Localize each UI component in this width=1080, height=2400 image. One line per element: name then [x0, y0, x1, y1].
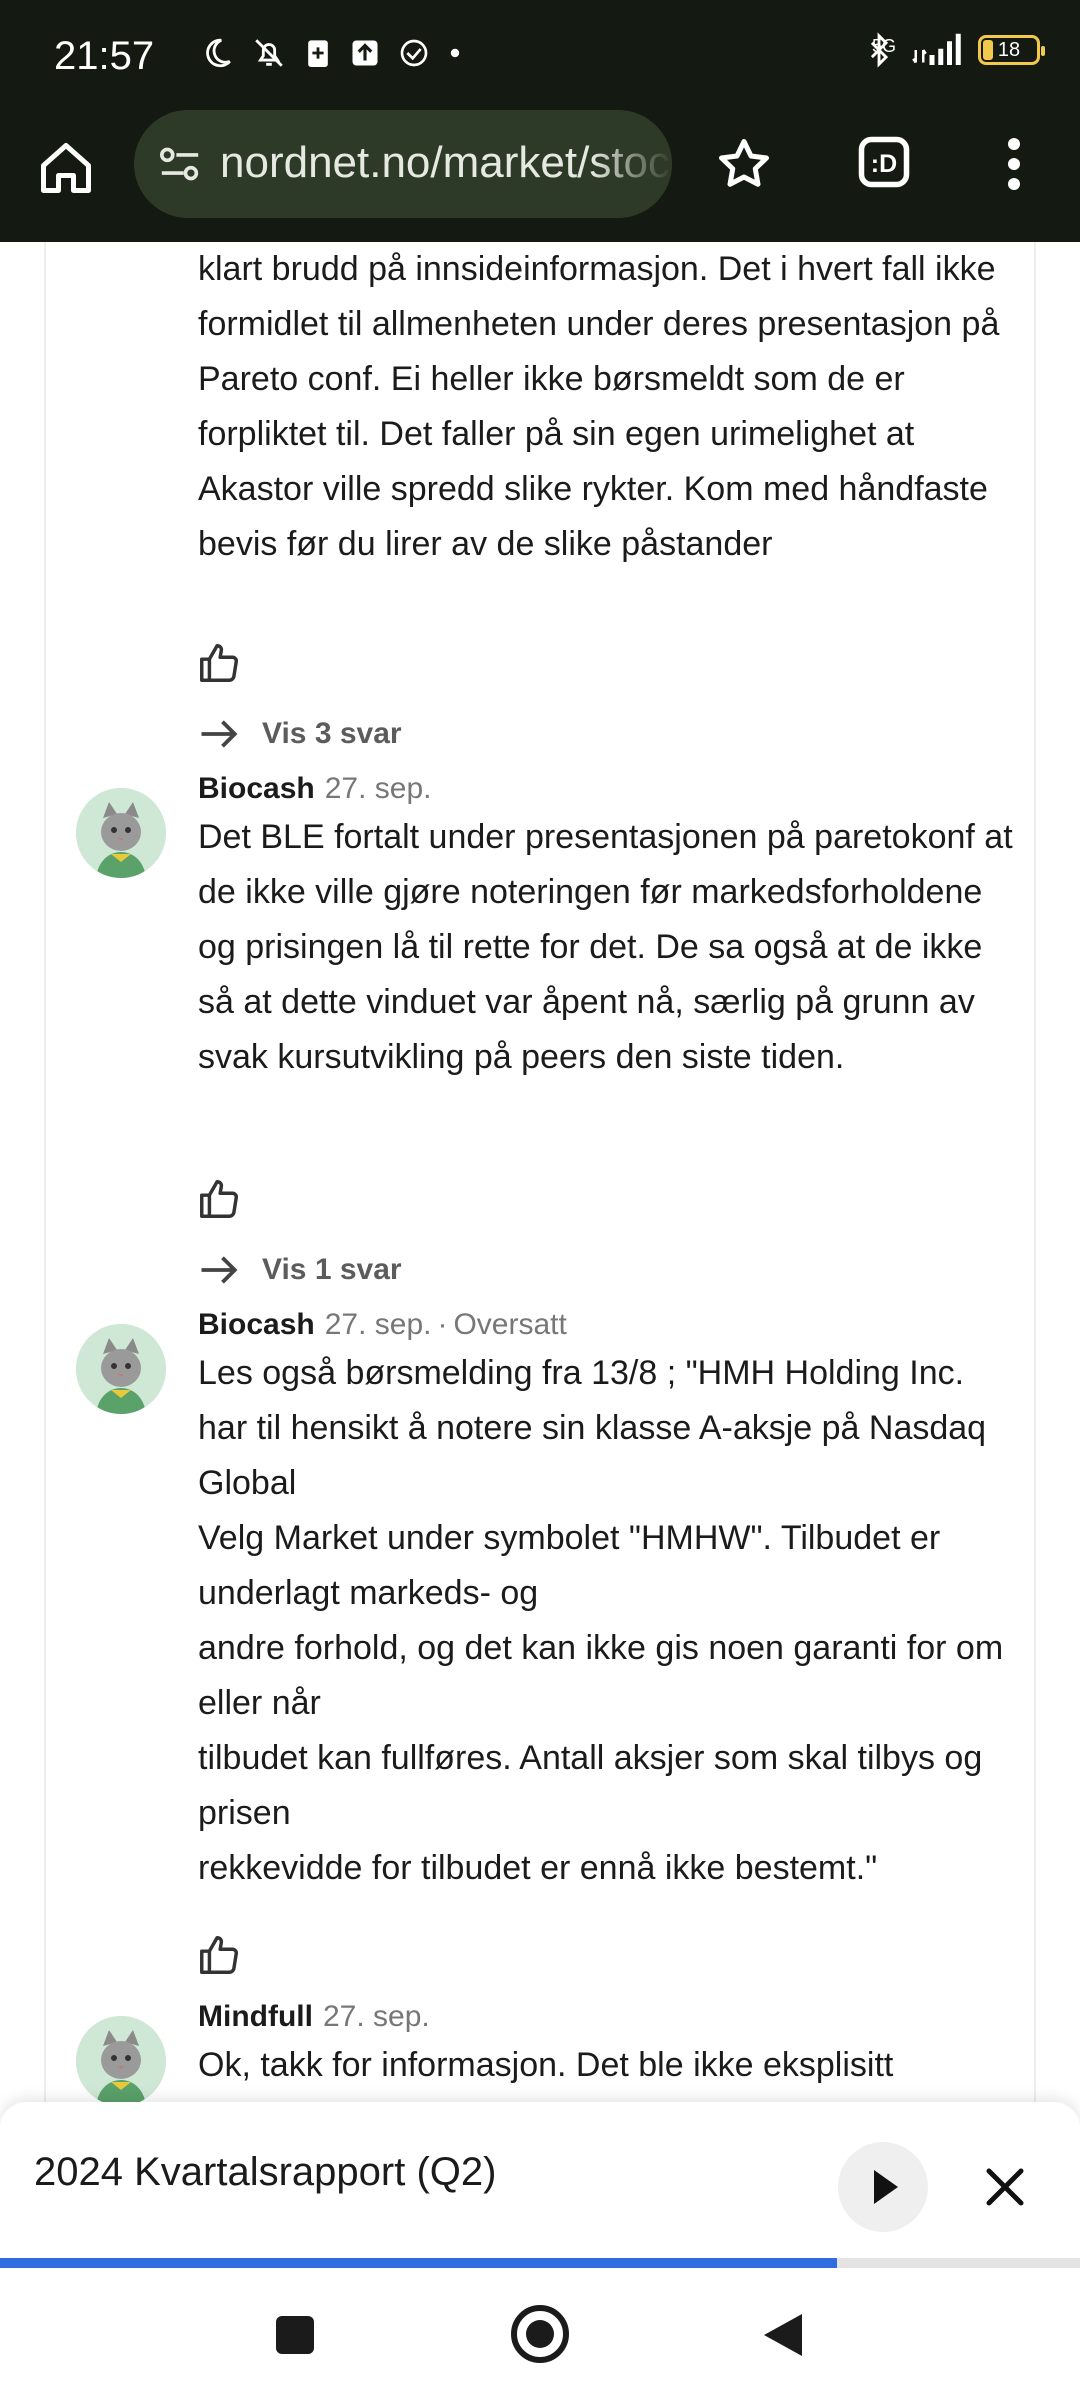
status-bar: 21:57 5G 18	[0, 0, 1080, 110]
show-replies-link[interactable]: Vis 3 svar	[198, 716, 402, 752]
tabs-icon[interactable]: :D	[854, 132, 914, 192]
recents-icon[interactable]	[270, 2310, 320, 2360]
status-time: 21:57	[54, 34, 155, 78]
check-circle-icon	[400, 39, 428, 67]
show-replies-label[interactable]: Vis 3 svar	[262, 717, 402, 751]
back-icon[interactable]	[760, 2310, 810, 2360]
show-replies-label[interactable]: Vis 1 svar	[262, 1253, 402, 1287]
cat-avatar-icon	[76, 2016, 166, 2102]
battery-level: 18	[997, 38, 1021, 61]
signal-icon	[912, 33, 961, 65]
comment-text: Det BLE fortalt under presentasjonen på …	[198, 818, 1013, 1076]
svg-text::D: :D	[871, 150, 897, 178]
close-player-button[interactable]	[970, 2152, 1040, 2222]
comment-line: rekkevidde for tilbudet er ennå ikke bes…	[198, 1849, 878, 1887]
comment-author[interactable]: Mindfull	[198, 2000, 313, 2033]
browser-toolbar: nordnet.no/market/stocks :D	[0, 110, 1080, 245]
comment-text: klart brudd på innsideinformasjon. Det i…	[198, 250, 1000, 563]
home-nav-icon[interactable]	[508, 2302, 572, 2366]
more-icon[interactable]	[1000, 134, 1028, 194]
comment-meta: Mindfull 27. sep.	[198, 2000, 430, 2034]
bluetooth-icon	[870, 32, 889, 68]
translated-label[interactable]: Oversatt	[453, 1308, 566, 1341]
comment-date: 27. sep.	[324, 772, 432, 805]
thumbs-up-icon[interactable]	[196, 640, 242, 686]
player-title[interactable]: 2024 Kvartalsrapport (Q2)	[34, 2150, 496, 2195]
arrow-right-icon	[201, 1256, 238, 1284]
comment-line: tilbudet kan fullføres. Antall aksjer so…	[198, 1739, 983, 1832]
avatar[interactable]	[76, 1324, 166, 1414]
address-bar[interactable]: nordnet.no/market/stocks	[134, 110, 672, 218]
playback-progress[interactable]	[0, 2258, 1080, 2268]
close-icon	[986, 2168, 1024, 2206]
star-icon[interactable]	[714, 134, 774, 194]
comment-author[interactable]: Biocash	[198, 1308, 315, 1341]
cat-avatar-icon	[76, 788, 166, 878]
playback-progress-fill	[0, 2258, 837, 2268]
comment-line: Velg Market under symbolet "HMHW". Tilbu…	[198, 1519, 941, 1612]
comment-line: Les også børsmelding fra 13/8 ; "HMH Hol…	[198, 1354, 987, 1502]
moon-icon	[206, 38, 231, 68]
dot-icon	[450, 48, 460, 58]
notification-icons	[200, 36, 462, 70]
comment-author[interactable]: Biocash	[198, 772, 315, 805]
comment-date: 27. sep.	[322, 2000, 430, 2033]
play-icon	[874, 2170, 898, 2204]
show-replies-link[interactable]: Vis 1 svar	[198, 1252, 402, 1288]
comment-line: andre forhold, og det kan ikke gis noen …	[198, 1629, 1004, 1722]
audio-player: 2024 Kvartalsrapport (Q2)	[0, 2102, 1080, 2270]
comment-text: Les også børsmelding fra 13/8 ; "HMH Hol…	[198, 1346, 1018, 1896]
upload-icon	[352, 40, 378, 66]
battery-indicator: 18	[978, 35, 1045, 65]
play-button[interactable]	[838, 2142, 928, 2232]
comment-meta: Biocash 27. sep.	[198, 772, 431, 806]
comment-feed[interactable]: klart brudd på innsideinformasjon. Det i…	[0, 242, 1080, 2102]
bell-off-icon	[255, 39, 283, 67]
comment-date: 27. sep.	[324, 1308, 432, 1341]
thumbs-up-icon[interactable]	[196, 1932, 242, 1978]
site-settings-icon[interactable]	[158, 144, 202, 184]
battery-saver-icon	[308, 40, 328, 67]
avatar[interactable]	[76, 2016, 166, 2102]
thumbs-up-icon[interactable]	[196, 1176, 242, 1222]
avatar[interactable]	[76, 788, 166, 878]
comment-meta: Biocash 27. sep. · Oversatt	[198, 1308, 567, 1341]
home-icon[interactable]	[36, 138, 96, 198]
system-nav-bar	[0, 2270, 1080, 2400]
cat-avatar-icon	[76, 1324, 166, 1414]
arrow-right-icon	[201, 720, 238, 748]
comment-text: Ok, takk for informasjon. Det ble ikke e…	[198, 2046, 894, 2084]
